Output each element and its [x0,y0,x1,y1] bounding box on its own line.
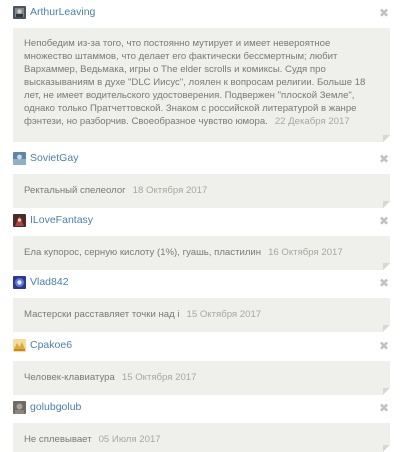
comment-header: SovietGay ✖ [0,146,400,170]
comment-text: Ректальный спелеолог [24,185,126,196]
username-link[interactable]: ILoveFantasy [30,214,93,227]
bubble-corner-fold [383,135,390,142]
avatar-arthurleaving-icon [13,5,26,19]
comment-item: Vlad842 ✖ Мастерски расставляет точки на… [0,270,400,333]
comment-item: ArthurLeaving ✖ Непобедим из-за того, чт… [0,0,400,146]
username-link[interactable]: Cpakoe6 [30,339,72,352]
avatar[interactable] [13,5,26,19]
comment-item: golubgolub ✖ Не сплевывает 05 Июля 2017 [0,395,400,452]
username-link[interactable]: Vlad842 [30,276,69,289]
bubble-corner-fold [383,388,390,395]
comment-header: ILoveFantasy ✖ [0,208,400,232]
avatar[interactable] [13,275,26,289]
avatar-cpakoe6-icon [13,338,26,352]
comment-bubble: Непобедим из-за того, что постоянно мути… [13,28,390,142]
comment-date: 16 Октября 2017 [268,247,343,258]
avatar-ilovefantasy-icon [13,213,26,227]
comment-bubble: Человек-клавиатура 15 Октября 2017 [13,361,390,395]
comment-item: ILoveFantasy ✖ Ела купорос, серную кисло… [0,208,400,270]
comment-text: Человек-клавиатура [24,372,115,383]
comment-header: Vlad842 ✖ [0,270,400,294]
comment-text: Непобедим из-за того, что постоянно мути… [24,38,366,127]
comment-bubble: Ректальный спелеолог 18 Октября 2017 [13,174,390,208]
comment-date: 22 Декабря 2017 [274,116,350,127]
comment-header: Cpakoe6 ✖ [0,333,400,357]
avatar-golubgolub-icon [13,400,26,414]
avatar[interactable] [13,151,26,165]
comment-date: 15 Октября 2017 [121,372,197,383]
comment-item: SovietGay ✖ Ректальный спелеолог 18 Октяб… [0,146,400,208]
bubble-corner-fold [383,263,390,270]
comment-bubble: Ела купорос, серную кислоту (1%), гуашь,… [13,236,390,270]
username-link[interactable]: SovietGay [30,152,78,165]
comment-item: Cpakoe6 ✖ Человек-клавиатура 15 Октября 2… [0,333,400,395]
close-icon[interactable]: ✖ [379,340,389,352]
bubble-corner-fold [383,201,390,208]
comment-text: Ела купорос, серную кислоту (1%), гуашь,… [24,247,262,258]
close-icon[interactable]: ✖ [379,402,389,414]
avatar[interactable] [13,213,26,227]
bubble-corner-fold [383,445,390,452]
comment-date: 05 Июля 2017 [98,434,161,445]
bubble-corner-fold [383,325,390,332]
avatar[interactable] [13,400,26,414]
comment-text: Не сплевывает [24,434,92,445]
comment-feed: ArthurLeaving ✖ Непобедим из-за того, чт… [0,0,400,452]
avatar[interactable] [13,338,26,352]
comment-text: Мастерски расставляет точки над і [24,309,180,320]
username-link[interactable]: ArthurLeaving [30,6,95,19]
avatar-vlad842-icon [13,275,26,289]
comment-bubble: Не сплевывает 05 Июля 2017 [13,423,390,452]
close-icon[interactable]: ✖ [379,215,389,227]
comment-header: ArthurLeaving ✖ [0,0,400,24]
close-icon[interactable]: ✖ [379,7,389,19]
comment-header: golubgolub ✖ [0,395,400,419]
comment-date: 18 Октября 2017 [132,185,208,196]
avatar-sovietgay-icon [13,151,26,165]
close-icon[interactable]: ✖ [379,277,389,289]
username-link[interactable]: golubgolub [30,401,81,414]
close-icon[interactable]: ✖ [379,153,389,165]
comment-date: 15 Октября 2017 [186,309,262,320]
comment-bubble: Мастерски расставляет точки над і 15 Октя… [13,298,390,332]
